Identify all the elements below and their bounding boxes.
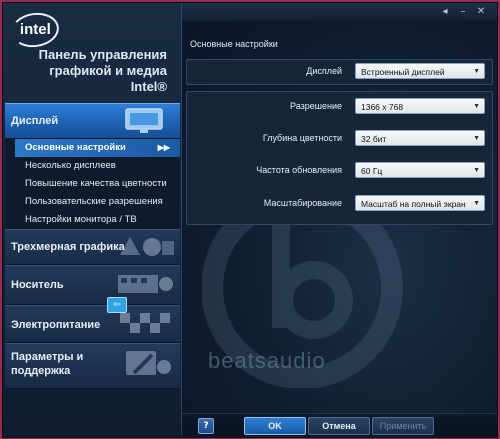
help-button[interactable]: ?	[198, 418, 214, 434]
double-arrow-icon: ▶▶	[157, 143, 170, 152]
chevron-down-icon: ▼	[473, 200, 480, 207]
category-display-label: Дисплей	[11, 115, 59, 127]
chevron-down-icon: ▼	[473, 167, 480, 174]
tools-icon	[126, 351, 171, 375]
section-title: Основные настройки	[190, 39, 278, 49]
subnav-color-enhancement[interactable]: Повышение качества цветности	[5, 175, 180, 193]
display-subnav: Основные настройки ▶▶ Несколько дисплеев…	[5, 139, 180, 229]
intel-graphics-window: intel Панель управления графикой и медиа…	[2, 2, 498, 438]
main-panel: ◂ – ✕ beatsaudio Основные настройки Дисп…	[182, 3, 497, 436]
refresh-rate-label: Частота обновления	[256, 165, 342, 175]
category-power-label: Электропитание	[11, 319, 101, 331]
category-media[interactable]: Носитель	[5, 265, 180, 305]
category-options-support-label: Параметры и поддержка	[11, 351, 84, 377]
subnav-custom-resolutions-label: Пользовательские разрешения	[25, 196, 163, 207]
scaling-label: Масштабирование	[263, 198, 342, 208]
refresh-rate-row: Частота обновления 60 Гц ▼	[187, 160, 492, 182]
display-select-panel: Дисплей Встроенный дисплей ▼	[186, 59, 493, 85]
display-dropdown[interactable]: Встроенный дисплей ▼	[355, 63, 485, 79]
subnav-basic-settings[interactable]: Основные настройки ▶▶	[15, 139, 180, 157]
resolution-row: Разрешение 1366 x 768 ▼	[187, 96, 492, 118]
3d-shapes-icon	[120, 237, 174, 256]
chevron-down-icon: ▼	[473, 135, 480, 142]
color-depth-dropdown-value: 32 бит	[361, 134, 387, 144]
subnav-basic-settings-label: Основные настройки	[25, 142, 126, 153]
color-depth-dropdown[interactable]: 32 бит ▼	[355, 130, 485, 146]
cursor-hint-icon: ⇦	[107, 297, 127, 313]
app-title: Панель управления графикой и медиа Intel…	[38, 47, 167, 94]
intel-logo: intel	[8, 9, 62, 51]
monitor-icon	[125, 108, 163, 133]
film-icon	[118, 275, 173, 293]
resolution-dropdown[interactable]: 1366 x 768 ▼	[355, 98, 485, 114]
sidebar: intel Панель управления графикой и медиа…	[3, 3, 182, 435]
minimize-icon[interactable]: –	[456, 6, 470, 18]
chevron-down-icon: ▼	[473, 103, 480, 110]
scaling-dropdown[interactable]: Масштаб на полный экран ▼	[355, 195, 485, 211]
display-dropdown-value: Встроенный дисплей	[361, 67, 445, 77]
subnav-custom-resolutions[interactable]: Пользовательские разрешения	[5, 193, 180, 211]
subnav-multiple-displays[interactable]: Несколько дисплеев	[5, 157, 180, 175]
close-icon[interactable]: ✕	[474, 6, 488, 18]
intel-logo-text: intel	[19, 21, 51, 39]
subnav-monitor-tv-settings[interactable]: Настройки монитора / ТВ	[5, 211, 180, 229]
subnav-color-enhancement-label: Повышение качества цветности	[25, 178, 167, 189]
color-depth-row: Глубина цветности 32 бит ▼	[187, 128, 492, 150]
chevron-down-icon: ▼	[473, 68, 480, 75]
subnav-monitor-tv-settings-label: Настройки монитора / ТВ	[25, 214, 137, 225]
scaling-row: Масштабирование Масштаб на полный экран …	[187, 193, 492, 215]
ok-button[interactable]: OK	[244, 417, 306, 435]
beatsaudio-watermark-text: beatsaudio	[208, 348, 326, 373]
subnav-multiple-displays-label: Несколько дисплеев	[25, 160, 116, 171]
category-3d-graphics[interactable]: Трехмерная графика	[5, 229, 180, 265]
display-settings-panel: Разрешение 1366 x 768 ▼ Глубина цветност…	[186, 91, 493, 225]
scaling-dropdown-value: Масштаб на полный экран	[361, 199, 466, 209]
color-depth-label: Глубина цветности	[262, 133, 342, 143]
footer-bar: ? OK Отмена Применить	[182, 413, 497, 436]
power-checker-icon	[120, 313, 170, 333]
refresh-rate-dropdown[interactable]: 60 Гц ▼	[355, 162, 485, 178]
display-label: Дисплей	[306, 66, 342, 76]
refresh-rate-dropdown-value: 60 Гц	[361, 166, 383, 176]
title-bar: ◂ – ✕	[182, 3, 497, 21]
category-display[interactable]: Дисплей	[5, 103, 180, 139]
category-3d-graphics-label: Трехмерная графика	[11, 241, 125, 253]
cancel-button[interactable]: Отмена	[308, 417, 370, 435]
category-options-support[interactable]: Параметры и поддержка	[5, 343, 180, 389]
category-media-label: Носитель	[11, 279, 64, 291]
resolution-dropdown-value: 1366 x 768	[361, 102, 404, 112]
category-power[interactable]: Электропитание	[5, 305, 180, 343]
display-row: Дисплей Встроенный дисплей ▼	[187, 61, 492, 83]
resolution-label: Разрешение	[290, 101, 342, 111]
apply-button[interactable]: Применить	[372, 417, 434, 435]
restore-icon[interactable]: ◂	[438, 6, 452, 18]
